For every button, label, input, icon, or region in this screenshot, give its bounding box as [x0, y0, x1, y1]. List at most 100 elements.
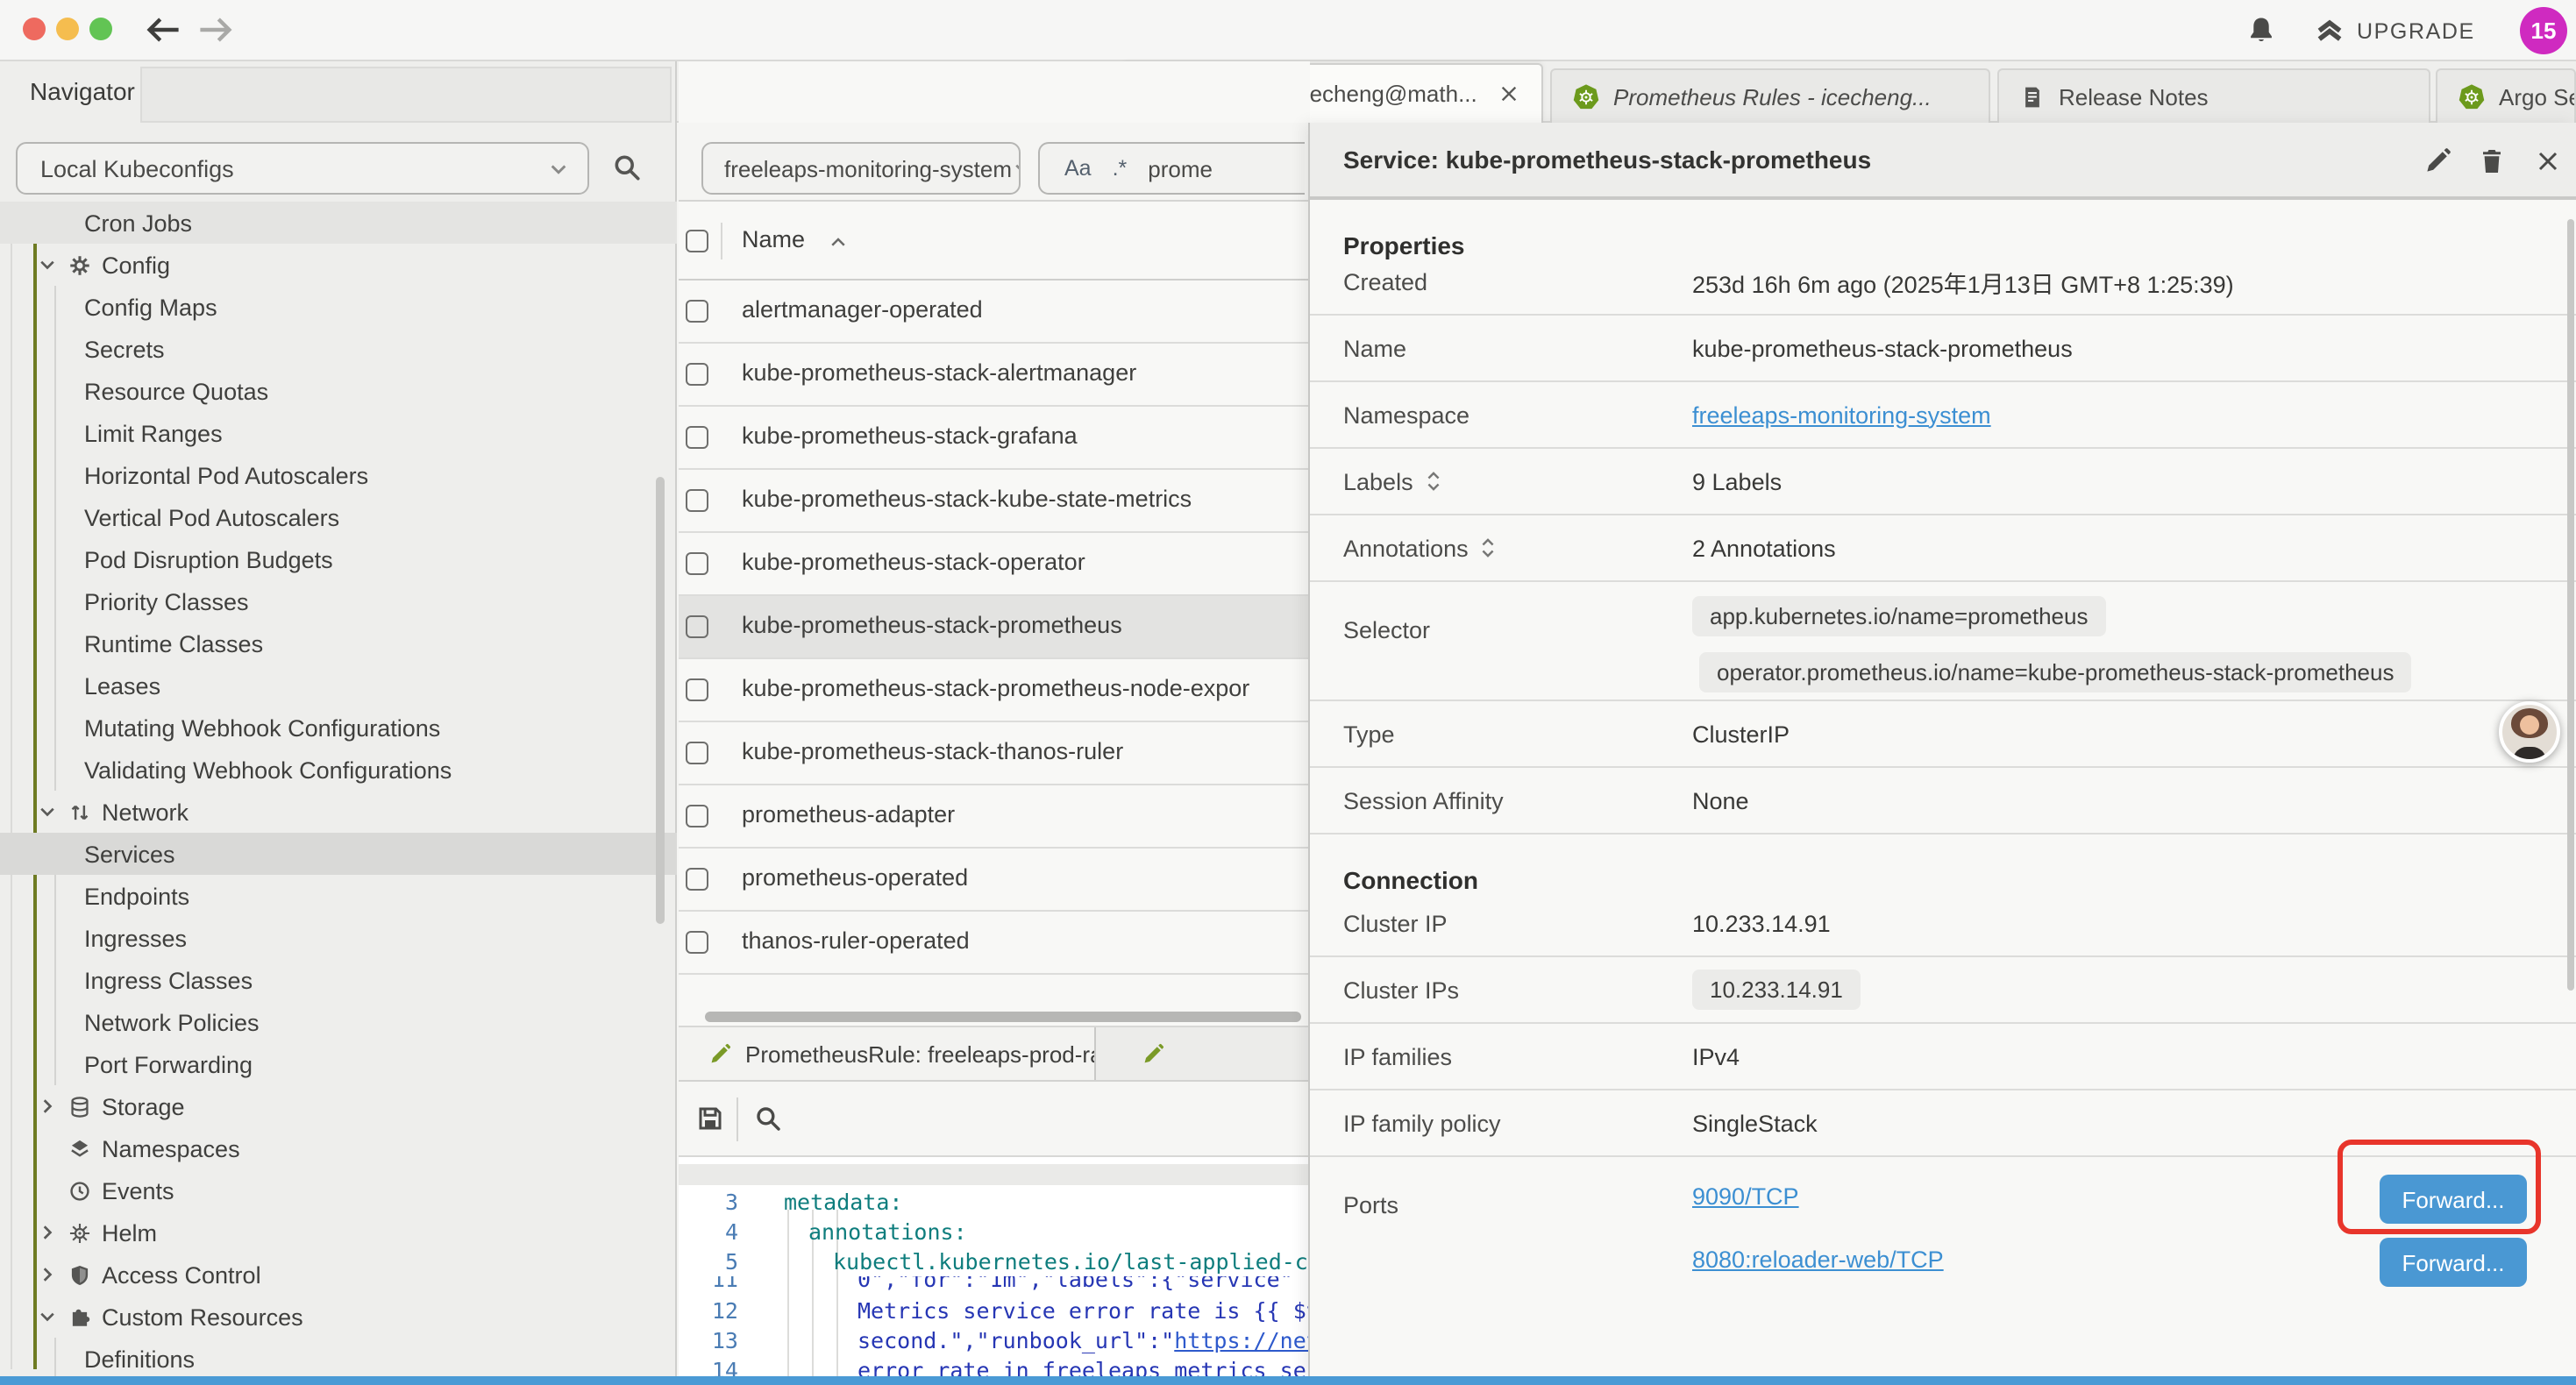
- sidebar-item-network-policies[interactable]: Network Policies: [0, 1001, 677, 1043]
- line-number: 4: [679, 1217, 738, 1246]
- tab-label: Release Notes: [2059, 83, 2209, 110]
- sidebar-scrollbar[interactable]: [656, 477, 665, 924]
- sidebar-item-definitions[interactable]: Definitions: [0, 1338, 677, 1378]
- sidebar-item-ingress-classes[interactable]: Ingress Classes: [0, 959, 677, 1001]
- table-row-kube-prometheus-stack-alertmanager[interactable]: kube-prometheus-stack-alertmanager: [679, 344, 1310, 407]
- tab-prometheus-rules-icecheng[interactable]: Prometheus Rules - icecheng...: [1550, 68, 1990, 123]
- sidebar-item-label: Cron Jobs: [84, 210, 192, 236]
- forward-button[interactable]: [196, 14, 235, 46]
- runbook-url-link[interactable]: https://net: [1174, 1327, 1310, 1353]
- match-case-toggle[interactable]: Aa: [1064, 156, 1092, 181]
- sidebar-item-config[interactable]: Config: [0, 244, 677, 286]
- service-name: alertmanager-operated: [742, 296, 983, 323]
- namespace-link[interactable]: freeleaps-monitoring-system: [1692, 401, 1991, 428]
- editor-search-icon[interactable]: [754, 1104, 782, 1133]
- row-checkbox[interactable]: [686, 300, 708, 323]
- minimize-window-button[interactable]: [56, 18, 79, 40]
- table-row-kube-prometheus-stack-grafana[interactable]: kube-prometheus-stack-grafana: [679, 407, 1310, 470]
- sidebar-item-runtime-classes[interactable]: Runtime Classes: [0, 622, 677, 664]
- table-row-kube-prometheus-stack-prometheus-node-expor[interactable]: kube-prometheus-stack-prometheus-node-ex…: [679, 659, 1310, 722]
- close-panel-icon[interactable]: [2534, 147, 2562, 175]
- sidebar-item-access-control[interactable]: Access Control: [0, 1254, 677, 1296]
- sidebar-search-icon[interactable]: [612, 153, 642, 182]
- select-all-checkbox[interactable]: [686, 230, 708, 252]
- notification-count-badge[interactable]: 15: [2520, 7, 2567, 54]
- detail-row-created: Created253d 16h 6m ago (2025年1月13日 GMT+8…: [1310, 249, 2576, 316]
- edit-pencil-icon[interactable]: [2423, 147, 2451, 175]
- row-checkbox[interactable]: [686, 742, 708, 764]
- details-scrollbar[interactable]: [2567, 219, 2574, 991]
- sidebar-item-events[interactable]: Events: [0, 1169, 677, 1211]
- table-row-prometheus-operated[interactable]: prometheus-operated: [679, 849, 1310, 912]
- editor-tab-item[interactable]: [1096, 1027, 1310, 1080]
- table-row-prometheus-adapter[interactable]: prometheus-adapter: [679, 785, 1310, 849]
- sidebar-item-helm[interactable]: Helm: [0, 1211, 677, 1254]
- regex-toggle[interactable]: .*: [1113, 156, 1128, 181]
- row-checkbox[interactable]: [686, 868, 708, 891]
- sidebar-item-storage[interactable]: Storage: [0, 1085, 677, 1127]
- sidebar-item-cron-jobs[interactable]: Cron Jobs: [0, 202, 677, 244]
- upgrade-button[interactable]: UPGRADE: [2315, 12, 2475, 49]
- tab-argo-se[interactable]: Argo Se: [2436, 68, 2576, 123]
- forward-button[interactable]: Forward...: [2380, 1238, 2527, 1287]
- sidebar-item-port-forwarding[interactable]: Port Forwarding: [0, 1043, 677, 1085]
- sidebar-item-mutating-webhook-configurations[interactable]: Mutating Webhook Configurations: [0, 707, 677, 749]
- row-checkbox[interactable]: [686, 678, 708, 701]
- table-row-kube-prometheus-stack-prometheus[interactable]: kube-prometheus-stack-prometheus: [679, 596, 1310, 659]
- zoom-window-button[interactable]: [89, 18, 112, 40]
- service-name: kube-prometheus-stack-thanos-ruler: [742, 738, 1123, 764]
- sidebar-item-leases[interactable]: Leases: [0, 664, 677, 707]
- tab-release-notes[interactable]: Release Notes: [1997, 68, 2430, 123]
- sidebar-item-label: Limit Ranges: [84, 420, 223, 446]
- user-avatar[interactable]: [2499, 701, 2560, 763]
- namespace-filter-select[interactable]: freeleaps-monitoring-system: [701, 142, 1021, 195]
- sidebar-item-secrets[interactable]: Secrets: [0, 328, 677, 370]
- row-checkbox[interactable]: [686, 363, 708, 386]
- sidebar-item-label: Endpoints: [84, 883, 189, 909]
- editor-tab-prometheusrule-freeleaps-prod-rabbitmq[interactable]: PrometheusRule: freeleaps-prod-rabbitmq: [679, 1027, 1096, 1080]
- row-checkbox[interactable]: [686, 805, 708, 827]
- list-search-input[interactable]: Aa .* prome: [1038, 142, 1305, 195]
- detail-label: Cluster IP: [1343, 910, 1448, 936]
- table-row-kube-prometheus-stack-kube-state-metrics[interactable]: kube-prometheus-stack-kube-state-metrics: [679, 470, 1310, 533]
- sidebar-item-priority-classes[interactable]: Priority Classes: [0, 580, 677, 622]
- sidebar-item-config-maps[interactable]: Config Maps: [0, 286, 677, 328]
- sidebar-item-resource-quotas[interactable]: Resource Quotas: [0, 370, 677, 412]
- sidebar-item-vertical-pod-autoscalers[interactable]: Vertical Pod Autoscalers: [0, 496, 677, 538]
- namespace-filter-value: freeleaps-monitoring-system: [724, 155, 1012, 181]
- sidebar-item-horizontal-pod-autoscalers[interactable]: Horizontal Pod Autoscalers: [0, 454, 677, 496]
- editor-line-12: 12Metrics service error rate is {{ $va: [679, 1296, 1310, 1325]
- sidebar-item-custom-resources[interactable]: Custom Resources: [0, 1296, 677, 1338]
- sidebar-item-services[interactable]: Services: [0, 833, 677, 875]
- kubeconfig-selector[interactable]: Local Kubeconfigs: [16, 142, 589, 195]
- table-row-kube-prometheus-stack-operator[interactable]: kube-prometheus-stack-operator: [679, 533, 1310, 596]
- row-checkbox[interactable]: [686, 615, 708, 638]
- row-checkbox[interactable]: [686, 489, 708, 512]
- close-window-button[interactable]: [23, 18, 46, 40]
- sidebar-item-network[interactable]: Network: [0, 791, 677, 833]
- sidebar-item-ingresses[interactable]: Ingresses: [0, 917, 677, 959]
- sidebar-item-endpoints[interactable]: Endpoints: [0, 875, 677, 917]
- row-checkbox[interactable]: [686, 426, 708, 449]
- yaml-editor[interactable]: 3metadata:4annotations:5kubectl.kubernet…: [679, 1157, 1310, 1378]
- table-row-thanos-ruler-operated[interactable]: thanos-ruler-operated: [679, 912, 1310, 975]
- close-tab-icon[interactable]: [1498, 82, 1520, 105]
- name-column-header[interactable]: Name: [742, 226, 805, 252]
- sidebar-item-pod-disruption-budgets[interactable]: Pod Disruption Budgets: [0, 538, 677, 580]
- sidebar-item-limit-ranges[interactable]: Limit Ranges: [0, 412, 677, 454]
- notifications-bell-icon[interactable]: [2246, 16, 2276, 46]
- table-row-alertmanager-operated[interactable]: alertmanager-operated: [679, 281, 1310, 344]
- table-row-kube-prometheus-stack-thanos-ruler[interactable]: kube-prometheus-stack-thanos-ruler: [679, 722, 1310, 785]
- port-link-9090-tcp[interactable]: 9090/TCP: [1692, 1183, 1799, 1210]
- horizontal-scrollbar[interactable]: [705, 1012, 1301, 1022]
- back-button[interactable]: [144, 14, 182, 46]
- delete-trash-icon[interactable]: [2478, 147, 2506, 175]
- port-link-8080-reloader-web-tcp[interactable]: 8080:reloader-web/TCP: [1692, 1246, 1944, 1273]
- sidebar-item-validating-webhook-configurations[interactable]: Validating Webhook Configurations: [0, 749, 677, 791]
- save-icon[interactable]: [696, 1104, 724, 1133]
- service-name: kube-prometheus-stack-alertmanager: [742, 359, 1136, 386]
- sidebar-item-namespaces[interactable]: Namespaces: [0, 1127, 677, 1169]
- row-checkbox[interactable]: [686, 552, 708, 575]
- sort-ascending-icon[interactable]: [828, 231, 849, 252]
- row-checkbox[interactable]: [686, 931, 708, 954]
